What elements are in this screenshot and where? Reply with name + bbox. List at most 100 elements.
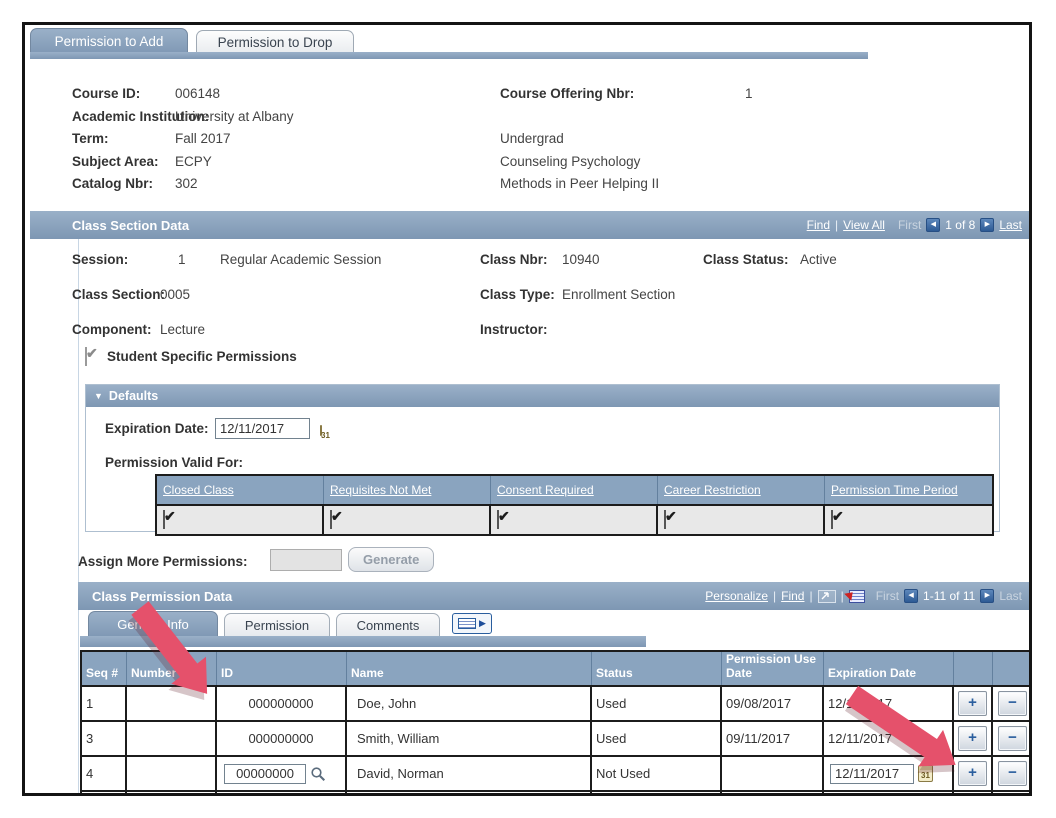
calendar-icon[interactable]	[918, 765, 933, 782]
tab-underline-bar	[30, 52, 868, 59]
lookup-magnifier-icon[interactable]	[310, 766, 326, 782]
subtab-label: Permission	[245, 618, 309, 633]
delete-row-button[interactable]: −	[998, 691, 1027, 716]
defaults-header-bar[interactable]: ▼ Defaults	[86, 385, 999, 407]
class-section-value: 0005	[160, 287, 190, 302]
download-grid-icon[interactable]	[849, 590, 865, 603]
col-number: Number	[127, 652, 217, 685]
id-input[interactable]	[224, 764, 306, 784]
add-row-button[interactable]: +	[958, 761, 987, 786]
class-type-value: Enrollment Section	[562, 287, 675, 302]
personalize-link[interactable]: Personalize	[705, 589, 768, 603]
subtab-general-info[interactable]: General Info	[88, 611, 218, 636]
requisites-not-met-checkbox[interactable]	[330, 510, 332, 529]
expiration-date-input[interactable]	[215, 418, 310, 439]
show-all-columns-icon[interactable]: ▶	[452, 613, 492, 634]
subtab-underline-bar	[80, 636, 646, 647]
next-icon[interactable]	[980, 218, 994, 232]
first-link-disabled: First	[898, 218, 921, 232]
add-row-button[interactable]: +	[958, 691, 987, 716]
permission-time-period-link[interactable]: Permission Time Period	[831, 483, 958, 497]
tab-permission-to-add[interactable]: Permission to Add	[30, 28, 188, 53]
exp-date-cell: 12/11/2017	[824, 685, 954, 720]
session-value: 1	[178, 252, 186, 267]
zoom-window-icon[interactable]	[818, 590, 836, 603]
first-link-disabled: First	[876, 589, 899, 603]
view-all-link[interactable]: View All	[843, 218, 885, 232]
class-section-label: Class Section:	[72, 287, 165, 302]
rows-position: 1-11 of 11	[923, 589, 975, 603]
use-date-cell: 09/11/2017	[722, 720, 824, 755]
collapse-icon[interactable]: ▼	[94, 391, 103, 401]
col-expiration-date: Expiration Date	[824, 652, 954, 685]
find-link[interactable]: Find	[807, 218, 830, 232]
prev-icon[interactable]	[904, 589, 918, 603]
last-link[interactable]: Last	[999, 218, 1022, 232]
page-position: 1 of 8	[945, 218, 975, 232]
career-restriction-link[interactable]: Career Restriction	[664, 483, 761, 497]
exp-date-cell: 12/11/2017	[824, 720, 954, 755]
seq-cell: 3	[82, 720, 127, 755]
student-specific-permissions-checkbox	[85, 347, 87, 366]
status-cell: Used	[592, 685, 722, 720]
calendar-icon[interactable]	[320, 425, 322, 436]
last-link-disabled: Last	[999, 589, 1022, 603]
col-seq: Seq #	[82, 652, 127, 685]
subject-area-value: ECPY	[175, 154, 212, 169]
table-row: 3 000000000 Smith, William Used 09/11/20…	[82, 720, 1032, 755]
tab-label: Permission to Add	[55, 34, 164, 49]
course-id-label: Course ID:	[72, 86, 140, 101]
delete-row-button[interactable]: −	[998, 726, 1027, 751]
screenshot-frame: Permission to Add Permission to Drop Cou…	[22, 22, 1032, 796]
consent-required-checkbox[interactable]	[497, 510, 499, 529]
col-name: Name	[347, 652, 592, 685]
requisites-not-met-link[interactable]: Requisites Not Met	[330, 483, 431, 497]
class-permission-data-title: Class Permission Data	[78, 589, 232, 604]
class-nbr-value: 10940	[562, 252, 600, 267]
find-link[interactable]: Find	[781, 589, 804, 603]
status-cell: Used	[592, 720, 722, 755]
name-cell: Doe, John	[347, 685, 592, 720]
closed-class-link[interactable]: Closed Class	[163, 483, 234, 497]
subtab-label: Comments	[357, 618, 420, 633]
instructor-label: Instructor:	[480, 322, 548, 337]
table-row: 4 David, Norman Not Used	[82, 755, 1032, 790]
course-offering-nbr-value: 1	[745, 86, 753, 101]
class-permission-table: Seq # Number ID Name Status Permission U…	[80, 650, 1032, 796]
next-icon[interactable]	[980, 589, 994, 603]
permission-valid-for-label: Permission Valid For:	[105, 455, 243, 470]
session-desc: Regular Academic Session	[220, 252, 381, 267]
class-permission-data-bar: Class Permission Data Personalize | Find…	[78, 582, 1030, 610]
valid-for-checkbox-row	[157, 506, 992, 534]
term-label: Term:	[72, 131, 109, 146]
add-row-button[interactable]: +	[958, 726, 987, 751]
course-id-value: 006148	[175, 86, 220, 101]
career-value: Undergrad	[500, 131, 564, 146]
term-value: Fall 2017	[175, 131, 231, 146]
career-restriction-checkbox[interactable]	[664, 510, 666, 529]
col-status: Status	[592, 652, 722, 685]
subject-area-label: Subject Area:	[72, 154, 159, 169]
expiration-date-input[interactable]	[830, 764, 914, 784]
component-value: Lecture	[160, 322, 205, 337]
name-cell: David, Norman	[347, 755, 592, 790]
table-header-row: Seq # Number ID Name Status Permission U…	[82, 652, 1032, 685]
catalog-nbr-label: Catalog Nbr:	[72, 176, 153, 191]
subtab-permission[interactable]: Permission	[224, 613, 330, 636]
delete-row-button[interactable]: −	[998, 761, 1027, 786]
use-date-cell	[722, 755, 824, 790]
permission-time-period-checkbox[interactable]	[831, 510, 833, 529]
subject-desc-value: Counseling Psychology	[500, 154, 640, 169]
id-cell: 000000000	[217, 685, 347, 720]
prev-icon[interactable]	[926, 218, 940, 232]
subtab-comments[interactable]: Comments	[336, 613, 440, 636]
closed-class-checkbox[interactable]	[163, 510, 165, 529]
class-nbr-label: Class Nbr:	[480, 252, 548, 267]
seq-cell: 1	[82, 685, 127, 720]
subtab-label: General Info	[117, 617, 189, 632]
assign-more-permissions-label: Assign More Permissions:	[78, 554, 248, 569]
course-offering-nbr-label: Course Offering Nbr:	[500, 86, 634, 101]
tab-permission-to-drop[interactable]: Permission to Drop	[196, 30, 354, 53]
component-label: Component:	[72, 322, 151, 337]
consent-required-link[interactable]: Consent Required	[497, 483, 594, 497]
